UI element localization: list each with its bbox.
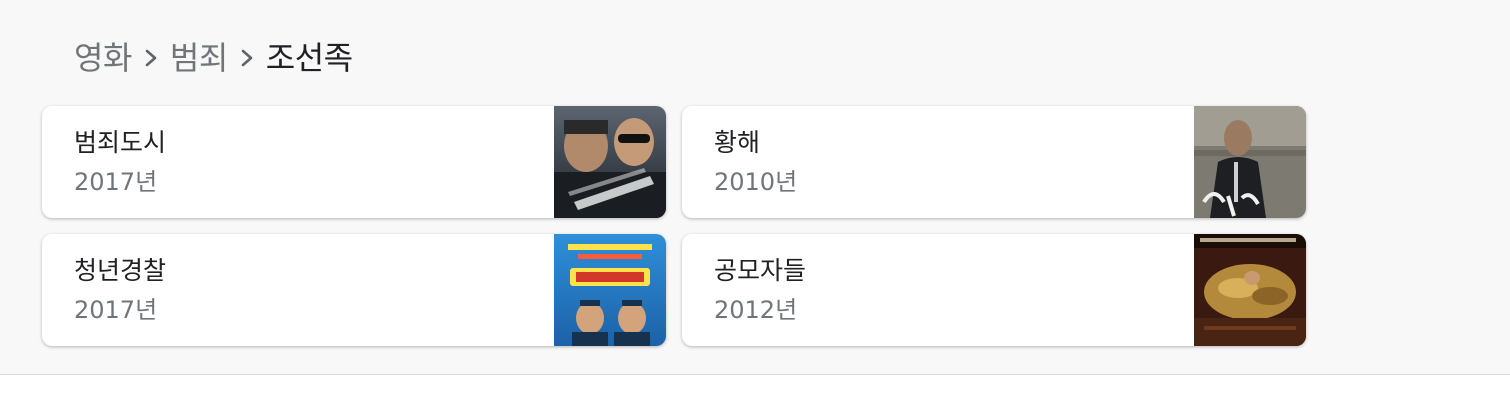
chevron-right-icon bbox=[138, 43, 164, 73]
breadcrumb-item-movie[interactable]: 영화 bbox=[74, 33, 132, 79]
movie-year: 2010년 bbox=[714, 168, 798, 196]
poster-image bbox=[1194, 106, 1306, 218]
movie-list-panel: 영화 범죄 조선족 범죄도시 2017년 황해 2010년 청년경찰 2017년… bbox=[0, 0, 1510, 375]
movie-title: 공모자들 bbox=[714, 256, 807, 285]
poster-image bbox=[554, 106, 666, 218]
movie-card-2[interactable]: 황해 2010년 bbox=[682, 106, 1306, 218]
movie-card-text: 청년경찰 2017년 bbox=[74, 254, 166, 328]
movie-title: 황해 bbox=[714, 128, 761, 157]
poster-image bbox=[554, 234, 666, 346]
movie-year: 2012년 bbox=[714, 296, 798, 324]
poster-image bbox=[1194, 234, 1306, 346]
movie-card-text: 범죄도시 2017년 bbox=[74, 126, 166, 200]
movie-year: 2017년 bbox=[74, 168, 158, 196]
movie-title: 청년경찰 bbox=[74, 256, 167, 285]
chevron-right-icon bbox=[234, 43, 260, 73]
breadcrumb: 영화 범죄 조선족 bbox=[74, 34, 353, 78]
movie-card-3[interactable]: 청년경찰 2017년 bbox=[42, 234, 666, 346]
movie-card-text: 공모자들 2012년 bbox=[714, 254, 806, 328]
breadcrumb-item-current: 조선족 bbox=[265, 39, 353, 77]
breadcrumb-item-crime[interactable]: 범죄 bbox=[170, 33, 228, 79]
movie-title: 범죄도시 bbox=[74, 128, 167, 157]
movie-card-1[interactable]: 범죄도시 2017년 bbox=[42, 106, 666, 218]
movie-card-4[interactable]: 공모자들 2012년 bbox=[682, 234, 1306, 346]
movie-card-text: 황해 2010년 bbox=[714, 126, 797, 200]
movie-year: 2017년 bbox=[74, 296, 158, 324]
